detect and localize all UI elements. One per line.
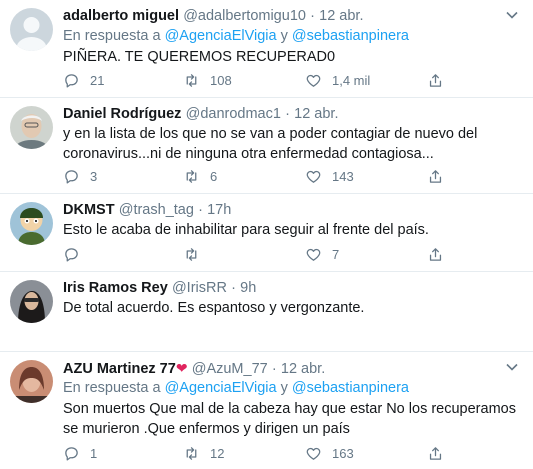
retweet-button[interactable]: 108 (183, 70, 232, 90)
like-count: 143 (332, 168, 354, 184)
tweet-text: Son muertos Que mal de la cabeza hay que… (63, 401, 516, 437)
tweet-time[interactable]: 17h (207, 202, 231, 218)
share-icon (429, 169, 442, 183)
tweet-time[interactable]: 12 abr. (281, 361, 325, 377)
like-button[interactable]: 163 (305, 443, 354, 463)
retweet-icon (186, 247, 197, 261)
tweet[interactable]: adalberto miguel @adalbertomigu10 · 12 a… (0, 0, 533, 98)
like-icon (306, 248, 321, 261)
reply-icon (65, 169, 78, 184)
user-handle[interactable]: @danrodmac1 (186, 106, 281, 122)
mention-link[interactable]: @sebastianpinera (292, 380, 409, 396)
like-count: 1,4 mil (332, 72, 371, 88)
avatar[interactable] (10, 280, 53, 323)
share-button[interactable] (427, 244, 444, 264)
tweet[interactable]: Daniel Rodríguez @danrodmac1 · 12 abr. y… (0, 98, 533, 194)
like-button[interactable]: 1,4 mil (305, 70, 370, 90)
retweet-icon (186, 73, 197, 87)
retweet-button[interactable] (183, 244, 200, 264)
tweet-header: Daniel Rodríguez @danrodmac1 · 12 abr. (63, 104, 521, 124)
reply-count: 21 (90, 72, 105, 88)
tweet-header: DKMST @trash_tag · 17h (63, 200, 521, 220)
tweet-time[interactable]: 12 abr. (319, 8, 363, 24)
reply-button[interactable] (63, 244, 80, 264)
reply-conjunction: y (280, 380, 288, 396)
separator-dot: · (198, 202, 203, 218)
user-name[interactable]: Iris Ramos Rey (63, 280, 168, 296)
red-heart-emoji: ❤ (175, 360, 188, 376)
retweet-count: 6 (210, 168, 218, 184)
user-name[interactable]: DKMST (63, 202, 115, 218)
like-icon (306, 74, 321, 87)
like-icon (306, 170, 321, 183)
reply-button[interactable]: 1 (63, 443, 97, 463)
reply-icon (65, 247, 78, 262)
chevron-down-icon[interactable] (505, 8, 519, 22)
mention-link[interactable]: @AgenciaElVigia (165, 380, 277, 396)
tweet-header: adalberto miguel @adalbertomigu10 · 12 a… (63, 6, 521, 26)
reply-prefix: En respuesta a (63, 28, 161, 44)
tweet-time[interactable]: 12 abr. (294, 106, 338, 122)
user-name[interactable]: adalberto miguel (63, 8, 179, 24)
chevron-down-icon[interactable] (505, 360, 519, 374)
reply-context: En respuesta a @AgenciaElVigia y @sebast… (63, 378, 521, 398)
tweet-text: Esto le acaba de inhabilitar para seguir… (63, 222, 429, 238)
tweet-text: De total acuerdo. Es espantoso y vergonz… (63, 300, 365, 316)
tweet[interactable]: DKMST @trash_tag · 17h Esto le acaba de … (0, 194, 533, 272)
reply-count: 3 (90, 168, 98, 184)
tweet-text: y en la lista de los que no se van a pod… (63, 126, 478, 162)
avatar[interactable] (10, 360, 53, 403)
user-name[interactable]: Daniel Rodríguez (63, 106, 181, 122)
separator-dot: · (231, 280, 236, 296)
separator-dot: · (271, 361, 277, 377)
retweet-count: 108 (210, 72, 232, 88)
user-handle[interactable]: @trash_tag (119, 202, 194, 218)
retweet-button[interactable]: 12 (183, 443, 224, 463)
tweet[interactable]: Iris Ramos Rey @IrisRR · 9h De total acu… (0, 272, 533, 352)
like-count: 163 (332, 445, 354, 461)
like-button[interactable]: 143 (305, 166, 354, 186)
reply-button[interactable]: 3 (63, 166, 97, 186)
like-count: 7 (332, 246, 340, 262)
share-button[interactable] (427, 70, 444, 90)
tweet-text: PIÑERA. TE QUEREMOS RECUPERAD0 (63, 49, 336, 65)
tweet-feed: adalberto miguel @adalbertomigu10 · 12 a… (0, 0, 533, 469)
tweet[interactable]: AZU Martinez 77❤ @AzuM_77 · 12 abr. En r… (0, 352, 533, 469)
reply-icon (65, 73, 78, 88)
user-handle[interactable]: @adalbertomigu10 (183, 8, 306, 24)
separator-dot: · (285, 106, 290, 122)
separator-dot: · (310, 8, 315, 24)
avatar[interactable] (10, 202, 53, 245)
tweet-time[interactable]: 9h (240, 280, 256, 296)
reply-conjunction: y (280, 28, 288, 44)
share-icon (429, 247, 442, 261)
share-button[interactable] (427, 443, 444, 463)
mention-link[interactable]: @sebastianpinera (292, 28, 409, 44)
share-icon (429, 73, 442, 87)
reply-count: 1 (90, 445, 98, 461)
like-icon (306, 447, 321, 460)
user-handle[interactable]: @IrisRR (172, 280, 227, 296)
tweet-header: Iris Ramos Rey @IrisRR · 9h (63, 278, 521, 298)
reply-button[interactable]: 21 (63, 70, 104, 90)
tweet-header: AZU Martinez 77❤ @AzuM_77 · 12 abr. (63, 358, 521, 378)
user-handle[interactable]: @AzuM_77 (192, 361, 268, 377)
avatar[interactable] (10, 106, 53, 149)
mention-link[interactable]: @AgenciaElVigia (165, 28, 277, 44)
avatar-default[interactable] (10, 8, 53, 51)
reply-prefix: En respuesta a (63, 380, 161, 396)
retweet-count: 12 (210, 445, 225, 461)
like-button[interactable]: 7 (305, 244, 339, 264)
reply-icon (65, 446, 78, 461)
reply-context: En respuesta a @AgenciaElVigia y @sebast… (63, 26, 521, 46)
share-icon (429, 446, 442, 460)
user-name[interactable]: AZU Martinez 77 (63, 361, 176, 377)
retweet-button[interactable]: 6 (183, 166, 217, 186)
retweet-icon (186, 169, 197, 183)
share-button[interactable] (427, 166, 444, 186)
retweet-icon (186, 446, 197, 460)
